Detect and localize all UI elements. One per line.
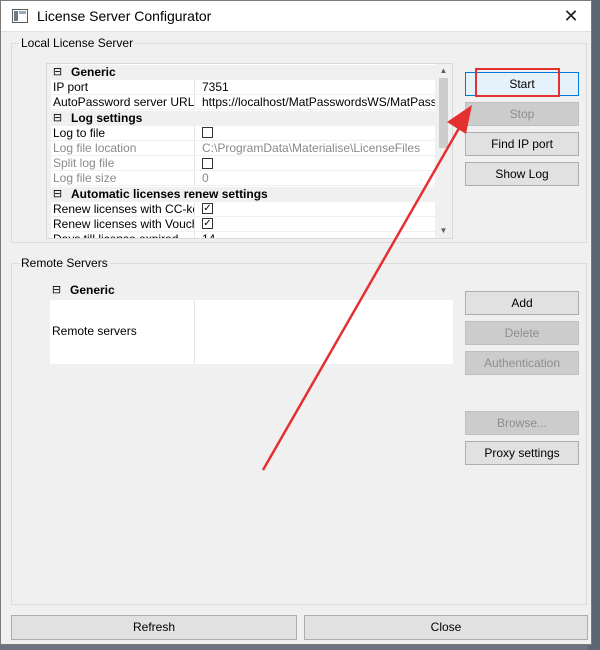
annotation-arrow bbox=[261, 105, 472, 471]
annotation-arrow-head bbox=[447, 105, 472, 134]
annotation-arrow-shaft bbox=[261, 122, 464, 471]
